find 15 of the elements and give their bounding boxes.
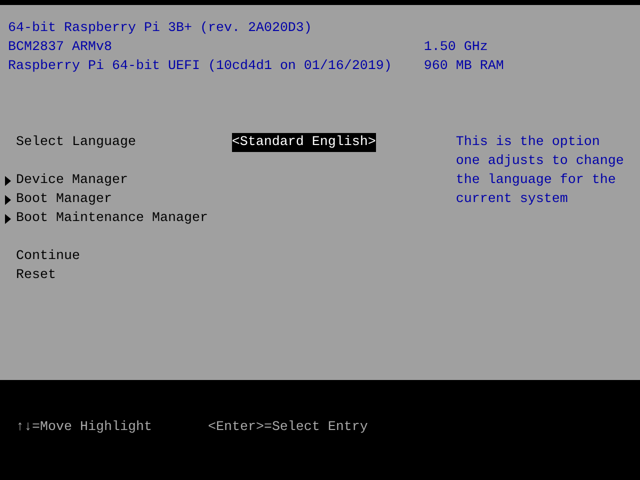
key-hint: ↑↓=Move Highlight: [16, 420, 152, 435]
system-info-text: BCM2837 ARMv8: [8, 40, 112, 55]
menu-item[interactable]: Boot Manager: [16, 192, 112, 207]
menu-item[interactable]: Select Language: [16, 135, 136, 150]
menu-item[interactable]: Device Manager: [16, 173, 128, 188]
menu-item[interactable]: Boot Maintenance Manager: [16, 211, 208, 226]
key-hint: <Enter>=Select Entry: [208, 420, 368, 435]
system-info-text: 64-bit Raspberry Pi 3B+ (rev. 2A020D3): [8, 21, 312, 36]
menu-item[interactable]: Reset: [16, 268, 56, 283]
help-text: This is the option one adjusts to change the language for the current system: [456, 134, 624, 209]
menu-item[interactable]: Continue: [16, 249, 80, 264]
system-info-value: 960 MB RAM: [424, 58, 504, 76]
option-value[interactable]: <Standard English>: [232, 133, 376, 152]
system-info-value: 1.50 GHz: [424, 39, 488, 57]
system-info-text: Raspberry Pi 64-bit UEFI (10cd4d1 on 01/16/2019): [8, 59, 392, 74]
